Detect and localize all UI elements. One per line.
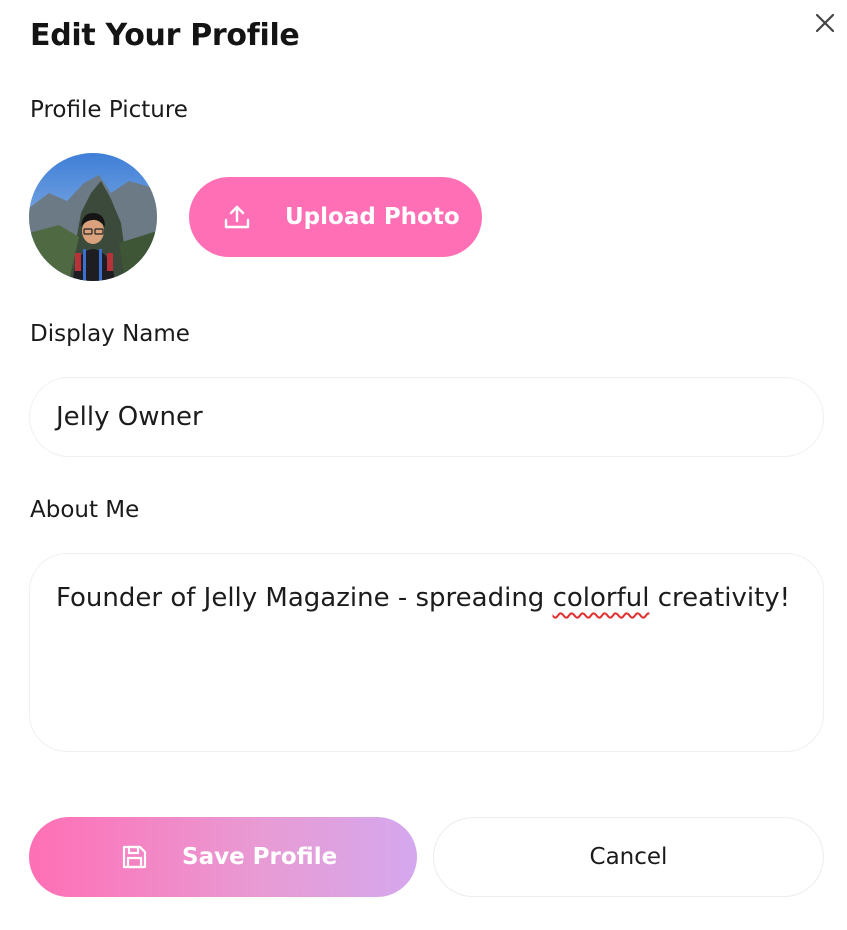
misspelled-word: colorful xyxy=(552,583,650,613)
upload-icon xyxy=(222,202,252,232)
about-me-text-start: Founder of Jelly Magazine - spreading xyxy=(56,583,553,613)
display-name-value: Jelly Owner xyxy=(56,402,203,432)
about-me-label: About Me xyxy=(30,497,140,523)
cancel-button[interactable]: Cancel xyxy=(433,817,824,897)
avatar-photo xyxy=(29,153,157,281)
close-icon xyxy=(815,13,835,33)
close-button[interactable] xyxy=(810,8,840,38)
display-name-input[interactable]: Jelly Owner xyxy=(29,377,824,457)
edit-profile-dialog: Edit Your Profile Profile Picture Upload… xyxy=(0,0,847,930)
display-name-label: Display Name xyxy=(30,321,190,347)
about-me-text-end: creativity! xyxy=(649,583,791,613)
dialog-title: Edit Your Profile xyxy=(30,18,300,53)
about-me-textarea[interactable]: Founder of Jelly Magazine - spreading co… xyxy=(29,553,824,752)
upload-photo-button[interactable]: Upload Photo xyxy=(189,177,482,257)
save-profile-label: Save Profile xyxy=(182,844,338,870)
save-icon xyxy=(119,842,149,872)
avatar xyxy=(29,153,157,281)
profile-picture-label: Profile Picture xyxy=(30,97,188,123)
cancel-label: Cancel xyxy=(589,844,668,870)
save-profile-button[interactable]: Save Profile xyxy=(29,817,417,897)
upload-photo-label: Upload Photo xyxy=(285,204,460,230)
